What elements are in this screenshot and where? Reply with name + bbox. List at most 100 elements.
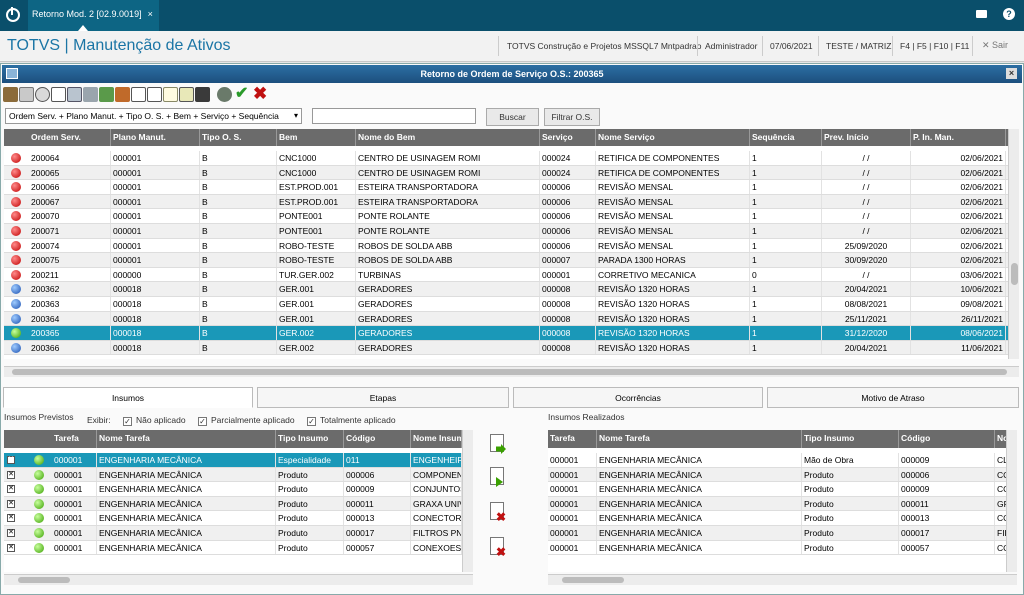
previstos-vscroll[interactable]: [462, 430, 473, 572]
table-row[interactable]: 200364 000018 B GER.001 GERADORES 000008 REVIS…: [4, 311, 1008, 327]
column-header[interactable]: Nome Tarefa: [597, 430, 802, 448]
tab-ocorrencias[interactable]: Ocorrências: [513, 387, 763, 408]
branch-info[interactable]: TESTE / MATRIZ: [826, 41, 891, 51]
column-header[interactable]: Código: [344, 430, 411, 448]
exit-button[interactable]: ✕ Sair: [982, 40, 1008, 51]
save-icon[interactable]: [195, 87, 210, 102]
list-icon[interactable]: [179, 87, 194, 102]
row-checkbox-icon[interactable]: ✕: [7, 470, 15, 479]
copy-icon[interactable]: [67, 87, 82, 102]
report-icon[interactable]: [163, 87, 178, 102]
dialog-close-icon[interactable]: ×: [1006, 68, 1017, 79]
apply-partial-button[interactable]: [486, 465, 508, 491]
column-header[interactable]: Tarefa: [548, 430, 597, 448]
print-icon[interactable]: [19, 87, 34, 102]
help-icon[interactable]: ?: [1003, 8, 1015, 20]
column-header[interactable]: Serviço: [540, 129, 596, 146]
print2-icon[interactable]: [83, 87, 98, 102]
row-checkbox-icon[interactable]: ✕: [7, 529, 15, 537]
date-info[interactable]: 07/06/2021: [770, 41, 813, 51]
column-header[interactable]: Tipo Insumo: [802, 430, 899, 448]
search-button[interactable]: Buscar: [486, 108, 539, 126]
table-row[interactable]: 200211 000000 B TUR.GER.002 TURBINAS 000001 CO…: [4, 267, 1008, 283]
table-row[interactable]: ✕ 000001 ENGENHARIA MECÂNICA Produto 000013 C…: [4, 511, 462, 526]
table-row[interactable]: ✕ 000001 ENGENHARIA MECÂNICA Produto 000011 G…: [4, 496, 462, 512]
remove-insumo-button[interactable]: ✖: [486, 500, 508, 526]
column-header[interactable]: Código: [899, 430, 995, 448]
mail-icon[interactable]: [976, 10, 987, 18]
table-row[interactable]: ✕ 000001 ENGENHARIA MECÂNICA Produto 000017 F…: [4, 526, 462, 541]
document-icon[interactable]: [131, 87, 146, 102]
table-row[interactable]: 000001ENGENHARIA MECÂNICAProduto000006CC: [548, 467, 1006, 483]
column-header[interactable]: Plano Manut.: [111, 129, 200, 146]
table-row[interactable]: 000001ENGENHARIA MECÂNICAProduto000013CC: [548, 511, 1006, 526]
table-row[interactable]: ✕ 000001 ENGENHARIA MECÂNICA Produto 000006 C…: [4, 467, 462, 483]
column-header[interactable]: Prev. Início: [822, 129, 911, 146]
tab-insumos[interactable]: Insumos: [3, 387, 253, 408]
row-checkbox-icon[interactable]: ✕: [7, 485, 15, 494]
table-row[interactable]: 200067 000001 B EST.PROD.001 ESTEIRA TRANSPO…: [4, 194, 1008, 210]
table-row[interactable]: 200074 000001 B ROBO-TESTE ROBOS DE SOLDA AB…: [4, 238, 1008, 254]
column-header[interactable]: Tipo Insumo: [276, 430, 344, 448]
tools2-icon[interactable]: [115, 87, 130, 102]
column-header[interactable]: Ordem Serv.: [29, 129, 111, 146]
column-header[interactable]: Nome Insumo: [411, 430, 462, 448]
help-icon[interactable]: [35, 87, 50, 102]
row-checkbox-icon[interactable]: ✕: [7, 514, 15, 523]
table-row[interactable]: 000001ENGENHARIA MECÂNICAProduto000009CC: [548, 482, 1006, 497]
table-row[interactable]: 200365 000018 B GER.002 GERADORES 000008 REVIS…: [4, 326, 1008, 341]
column-header[interactable]: Tipo O. S.: [200, 129, 277, 146]
table-row[interactable]: 200075 000001 B ROBO-TESTE ROBOS DE SOLDA AB…: [4, 253, 1008, 268]
column-header[interactable]: Nome Tarefa: [97, 430, 276, 448]
process-icon[interactable]: [217, 87, 232, 102]
remove-all-button[interactable]: ✖: [486, 535, 508, 561]
table-row[interactable]: 200066 000001 B EST.PROD.001 ESTEIRA TRANSPO…: [4, 180, 1008, 195]
table-row[interactable]: 000001ENGENHARIA MECÂNICAProduto000057CC: [548, 540, 1006, 556]
totvs-logo-icon[interactable]: [6, 7, 20, 22]
table-row[interactable]: 200070 000001 B PONTE001 PONTE ROLANTE 000006…: [4, 209, 1008, 224]
realizados-vscroll[interactable]: [1006, 430, 1017, 572]
previstos-hscroll[interactable]: [4, 574, 473, 585]
scroll-thumb[interactable]: [18, 577, 70, 583]
tab-motivo-atraso[interactable]: Motivo de Atraso: [767, 387, 1019, 408]
row-checkbox-icon[interactable]: ✕: [7, 456, 15, 464]
os-grid-hscroll[interactable]: [4, 366, 1019, 377]
column-header[interactable]: Nome do Bem: [356, 129, 540, 146]
column-header[interactable]: No: [995, 430, 1006, 448]
total-applied-checkbox[interactable]: ✓: [307, 417, 317, 426]
filter-os-button[interactable]: Filtrar O.S.: [544, 108, 600, 126]
column-header[interactable]: P. In. Man.: [911, 129, 1006, 146]
table-row[interactable]: 200362 000018 B GER.001 GERADORES 000008 REVIS…: [4, 282, 1008, 297]
table-row[interactable]: 200366 000018 B GER.002 GERADORES 000008 REVIS…: [4, 340, 1008, 356]
realizados-hscroll[interactable]: [548, 574, 1017, 585]
row-checkbox-icon[interactable]: ✕: [7, 499, 15, 508]
scroll-thumb[interactable]: [12, 369, 1007, 375]
not-applied-checkbox[interactable]: ✓: [123, 417, 132, 426]
column-header[interactable]: Bem: [277, 129, 356, 146]
table-row[interactable]: ✕ 000001 ENGENHARIA MECÂNICA Produto 000009 C…: [4, 482, 462, 497]
partial-applied-checkbox[interactable]: ✓: [198, 417, 207, 426]
table-row[interactable]: 200064 000001 B CNC1000 CENTRO DE USINAGEM R…: [4, 151, 1008, 166]
table-row[interactable]: 000001 ENGENHARIA MECÂNICA Mão de Obra 0000…: [548, 453, 1006, 468]
os-grid-vscroll[interactable]: [1008, 129, 1019, 359]
column-header[interactable]: Nome Serviço: [596, 129, 750, 146]
index-select[interactable]: Ordem Serv. + Plano Manut. + Tipo O. S. …: [5, 108, 302, 124]
edit-icon[interactable]: [3, 87, 18, 102]
cancel-icon[interactable]: ✖: [253, 85, 268, 102]
column-header[interactable]: Sequência: [750, 129, 822, 146]
table-row[interactable]: ✕ 000001 ENGENHARIA MECÂNICA Produto 000057 C…: [4, 540, 462, 556]
table-row[interactable]: 200071 000001 B PONTE001 PONTE ROLANTE 000006…: [4, 224, 1008, 239]
search-input[interactable]: [312, 108, 476, 124]
row-checkbox-icon[interactable]: ✕: [7, 543, 15, 552]
apply-insumo-button[interactable]: [486, 432, 508, 458]
tab-close-icon[interactable]: ×: [148, 9, 153, 19]
chevron-down-icon[interactable]: ▾: [294, 111, 298, 120]
column-header[interactable]: Tarefa: [52, 430, 97, 448]
tab-etapas[interactable]: Etapas: [257, 387, 509, 408]
confirm-icon[interactable]: ✔: [235, 86, 250, 102]
document2-icon[interactable]: [147, 87, 162, 102]
company-info[interactable]: TOTVS Construção e Projetos MSSQL7 Mntpa…: [507, 41, 702, 51]
table-row[interactable]: 200363 000018 B GER.001 GERADORES 000008 REVIS…: [4, 297, 1008, 312]
scroll-thumb[interactable]: [1011, 263, 1018, 285]
tools-icon[interactable]: [99, 87, 114, 102]
